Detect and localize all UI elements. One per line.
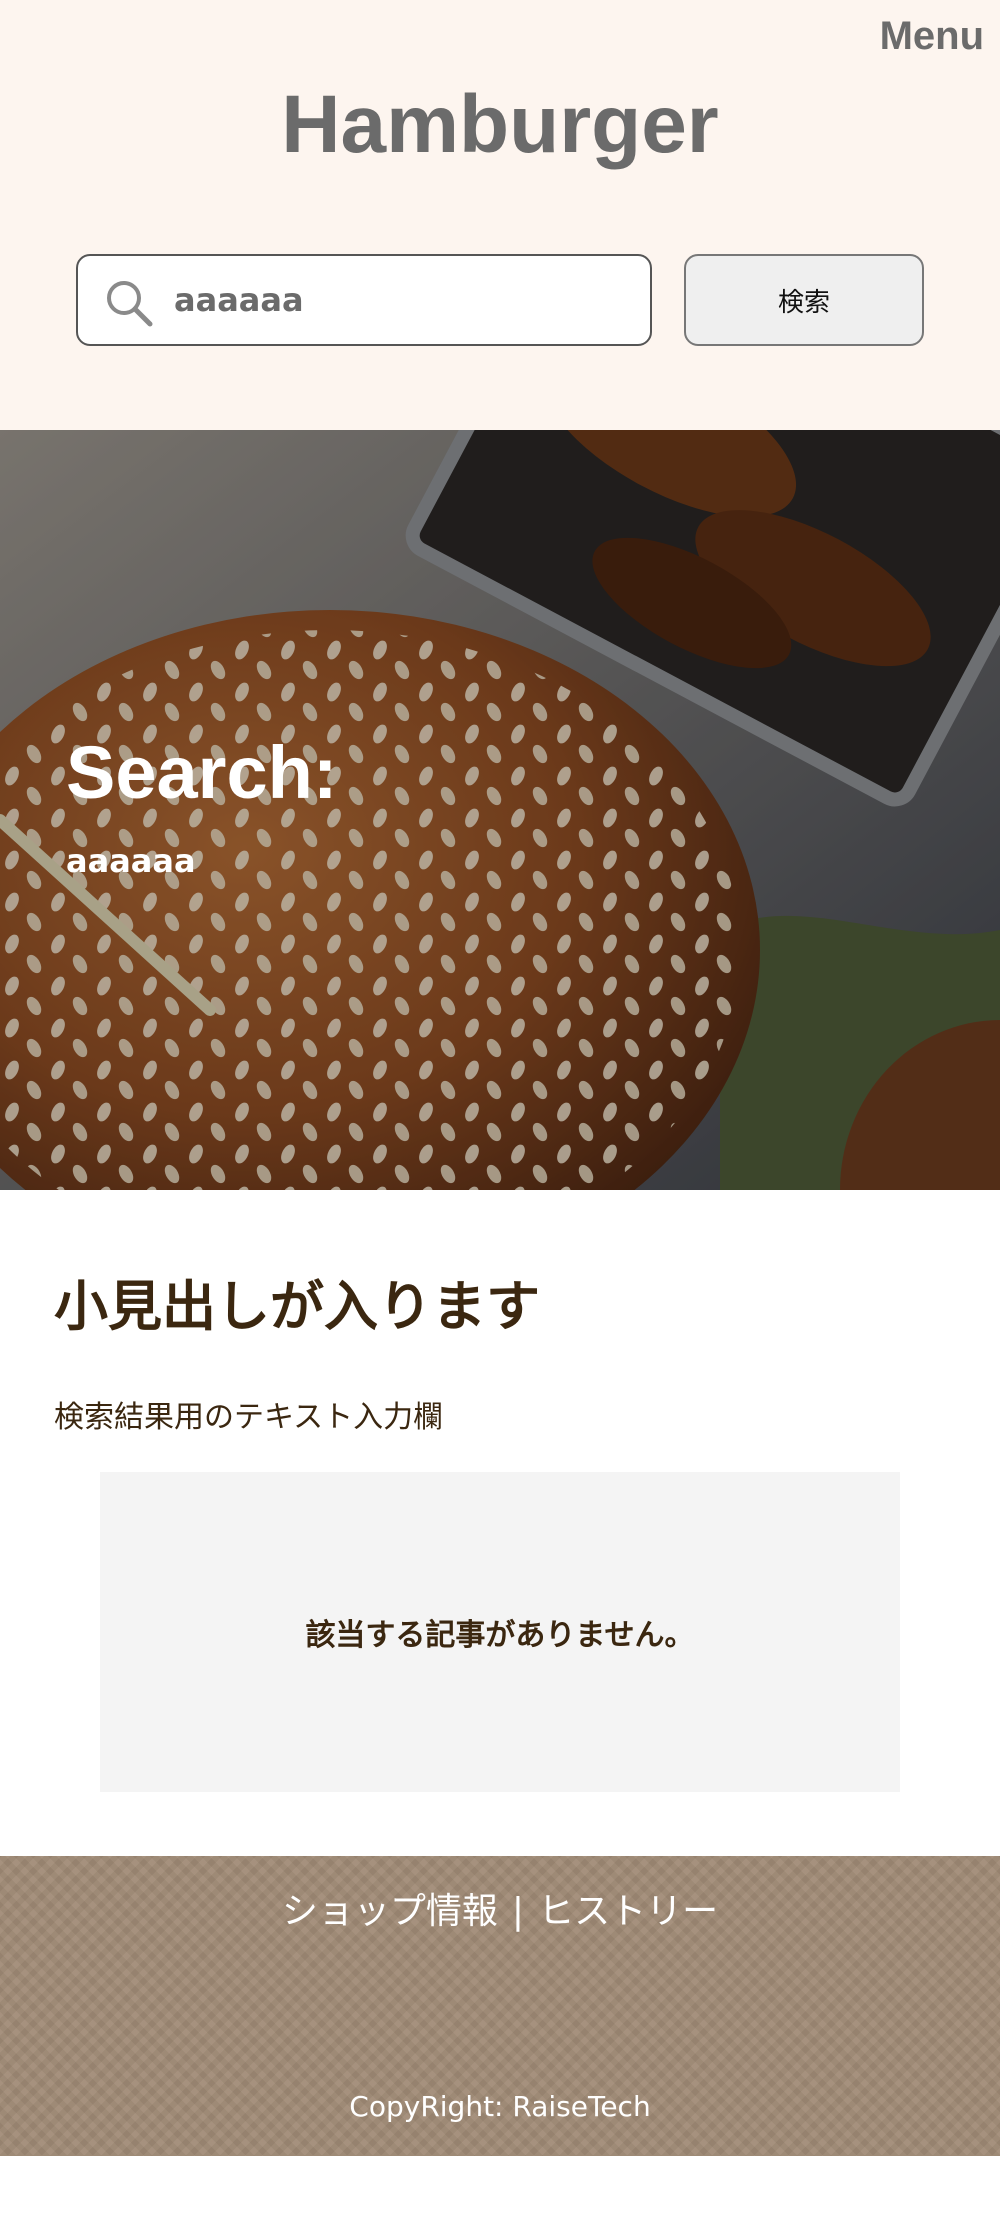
footer-link-shop-info[interactable]: ショップ情報	[282, 1891, 498, 1932]
site-header: Menu Hamburger 検索	[0, 0, 1000, 430]
footer-link-history[interactable]: ヒストリー	[538, 1891, 718, 1932]
footer-nav: ショップ情報 | ヒストリー	[0, 1882, 1000, 1934]
section-description: 検索結果用のテキスト入力欄	[54, 1400, 444, 1435]
hero-title: Search:	[66, 731, 338, 814]
no-results-message: 該当する記事がありません。	[305, 1618, 695, 1653]
search-input[interactable]	[174, 270, 634, 330]
search-results-box: 該当する記事がありません。	[100, 1472, 900, 1792]
footer-separator: |	[511, 1891, 525, 1932]
search-icon	[107, 281, 153, 327]
search-button[interactable]: 検索	[684, 254, 924, 346]
search-field[interactable]	[76, 254, 652, 346]
site-footer: ショップ情報 | ヒストリー CopyRight: RaiseTech	[0, 1856, 1000, 2156]
hero-search-term: aaaaaa	[66, 842, 196, 880]
hero-banner: Search: aaaaaa	[0, 430, 1000, 1190]
copyright: CopyRight: RaiseTech	[349, 2090, 651, 2123]
menu-button[interactable]: Menu	[880, 14, 984, 59]
site-logo[interactable]: Hamburger	[0, 78, 1000, 172]
section-heading: 小見出しが入ります	[54, 1275, 540, 1338]
